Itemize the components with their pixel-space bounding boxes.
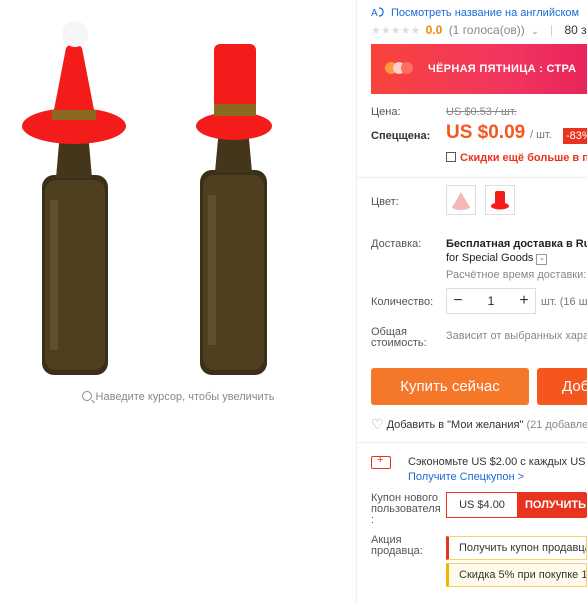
- magnifier-icon: [81, 391, 92, 401]
- quantity-input[interactable]: 1: [469, 289, 513, 313]
- price-unit: / шт.: [530, 129, 552, 141]
- coupon-amount: US $4.00: [459, 499, 505, 511]
- add-to-cart-button[interactable]: Доб: [537, 368, 587, 405]
- separator: |: [549, 23, 554, 37]
- coupon-ticket-icon: [371, 454, 391, 469]
- wishlist-count: (21 добавле: [526, 419, 587, 431]
- get-special-coupon-link[interactable]: Получите Спецкупон >: [408, 471, 524, 483]
- translate-title-link[interactable]: A Посмотреть название на английском: [371, 4, 579, 19]
- rating-votes[interactable]: (1 голоса(ов)): [449, 23, 525, 37]
- quantity-plus-button[interactable]: +: [513, 289, 535, 313]
- shipping-estimate: Расчётное время доставки:: [446, 269, 587, 281]
- red-hat-icon: [491, 191, 509, 210]
- total-label: Общая стоимость:: [371, 326, 427, 349]
- color-swatch-red-hat[interactable]: [485, 185, 515, 215]
- pink-hat-icon: [452, 192, 470, 210]
- price-label: Цена:: [371, 106, 401, 118]
- product-gallery: Наведите курсор, чтобы увеличить: [0, 0, 356, 604]
- app-discount-link[interactable]: Скидки ещё больше в пр: [446, 151, 587, 164]
- divider: [356, 0, 357, 604]
- seller-promo-label: Акция продавца:: [371, 534, 423, 557]
- buy-now-button[interactable]: Купить сейчас: [371, 368, 529, 405]
- color-label: Цвет:: [371, 196, 399, 208]
- quantity-minus-button[interactable]: −: [447, 289, 469, 313]
- coupon-savings: Сэкономьте US $2.00 с каждых US $: [408, 456, 587, 468]
- chevron-down-icon[interactable]: ⌄: [531, 26, 539, 36]
- bottle-right: [196, 44, 272, 375]
- banner-balloons-icon: [385, 61, 413, 79]
- total-value: Зависит от выбранных хара: [446, 330, 587, 342]
- seller-coupon-item[interactable]: Получить купон продавца: [446, 536, 587, 560]
- heart-icon: ♡: [371, 416, 384, 432]
- get-coupon-button[interactable]: ПОЛУЧИТЬ: [517, 493, 587, 517]
- old-price: US $0.53 / шт.: [446, 106, 517, 118]
- special-price-label: Спецщена:: [371, 130, 431, 142]
- shipping-method[interactable]: for Special Goods ⌄: [446, 252, 548, 266]
- rating-row: ★★★★★ 0.0 (1 голоса(ов)) ⌄ | 80 зака: [371, 23, 587, 37]
- divider: [357, 442, 587, 443]
- color-swatch-pink-hat[interactable]: [446, 185, 476, 215]
- rating-stars-icon: ★★★★★: [371, 25, 421, 37]
- shipping-label: Доставка:: [371, 238, 422, 250]
- quantity-stepper: − 1 +: [446, 288, 536, 314]
- chevron-down-icon[interactable]: ⌄: [536, 254, 548, 265]
- rating-value: 0.0: [425, 23, 443, 37]
- orders-count: 80 зака: [564, 23, 587, 37]
- new-user-coupon: US $4.00 ПОЛУЧИТЬ: [446, 492, 587, 518]
- zoom-hint: Наведите курсор, чтобы увеличить: [0, 390, 356, 403]
- translate-icon: A: [371, 7, 384, 18]
- add-to-wishlist[interactable]: ♡ Добавить в "Мои желания" (21 добавле: [371, 415, 587, 432]
- special-price: US $0.09: [446, 122, 526, 143]
- quantity-available: шт. (16 ш: [541, 296, 587, 308]
- svg-text:A: A: [371, 8, 378, 18]
- new-user-coupon-label: Купон нового пользователя :: [371, 492, 441, 526]
- seller-discount-item[interactable]: Скидка 5% при покупке 10: [446, 563, 587, 587]
- divider: [357, 177, 587, 178]
- product-image[interactable]: [0, 0, 356, 385]
- banner-text: ЧЁРНАЯ ПЯТНИЦА : СТРА: [428, 63, 577, 75]
- quantity-label: Количество:: [371, 296, 434, 308]
- bottle-left: [22, 21, 126, 375]
- promo-banner[interactable]: ЧЁРНАЯ ПЯТНИЦА : СТРА: [371, 44, 587, 94]
- shipping-main: Бесплатная доставка в Rus: [446, 238, 587, 250]
- qr-code-icon: [446, 152, 456, 162]
- discount-badge: -83%: [563, 128, 587, 144]
